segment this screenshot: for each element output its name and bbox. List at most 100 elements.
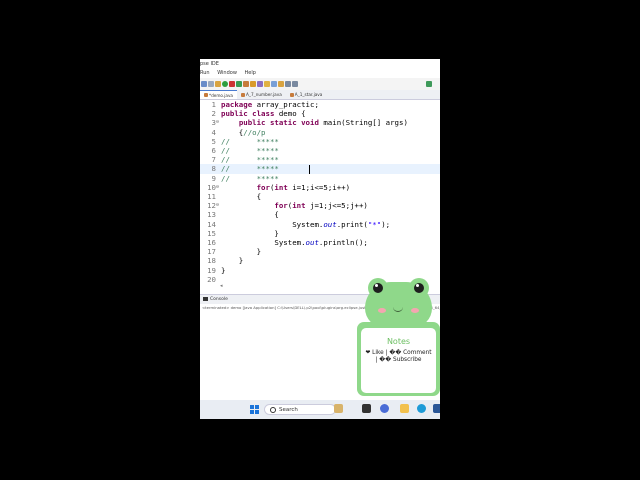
back-icon[interactable] — [285, 81, 291, 87]
frog-right-eye — [409, 278, 429, 298]
code-line[interactable]: 2 public class demo { — [200, 109, 440, 118]
notes-text: ❤ Like | �� Comment | �� Subscribe — [365, 350, 432, 364]
fold-toggle-icon[interactable]: ⊖ — [216, 201, 220, 210]
taskbar-search[interactable]: Search — [264, 404, 336, 415]
line-number: 15 — [207, 228, 216, 238]
java-file-icon — [204, 93, 208, 97]
line-number: 7 — [211, 155, 216, 165]
code-text: { — [221, 210, 279, 220]
widget-icon[interactable] — [334, 404, 343, 413]
line-number: 2 — [211, 109, 216, 119]
line-number: 6 — [211, 146, 216, 155]
notes-card: Notes ❤ Like | �� Comment | �� Subscribe — [357, 322, 440, 396]
code-editor[interactable]: 1 package array_practic; 2 public class dem… — [200, 100, 440, 292]
code-text: // ***** — [221, 146, 279, 155]
code-text: package array_practic; — [221, 100, 319, 109]
edge-icon[interactable] — [417, 404, 426, 413]
menu-run[interactable]: Run — [200, 70, 210, 76]
eclipse-app-icon[interactable] — [433, 404, 440, 413]
code-line[interactable]: 10 ⊖ for(int i=1;i<=5;i++) — [200, 183, 440, 192]
code-text: // ***** — [221, 164, 279, 174]
code-text: } — [221, 228, 279, 238]
code-line[interactable]: 8 // ***** — [200, 164, 440, 174]
code-text: {//o/p — [221, 127, 266, 137]
code-text: } — [221, 256, 244, 266]
code-text: for(int j=1;j<=5;j++) — [274, 201, 368, 211]
next-annotation-icon[interactable] — [271, 81, 277, 87]
code-line[interactable]: 13 { — [200, 210, 440, 219]
code-line[interactable]: 11 { — [200, 192, 440, 201]
notes-title: Notes — [386, 337, 411, 346]
code-text: // ***** — [221, 136, 279, 146]
code-line[interactable]: 19} — [200, 266, 440, 275]
line-number: 14 — [207, 219, 216, 229]
frog-mouth — [393, 306, 403, 312]
line-number: 20 — [207, 274, 216, 284]
code-line[interactable]: 7 // ***** — [200, 155, 440, 164]
menu-bar: Run Window Help — [200, 69, 440, 78]
line-number: 17 — [207, 247, 216, 257]
code-line[interactable]: 16 System.out.println(); — [200, 238, 440, 247]
search-icon — [270, 407, 276, 413]
line-number: 19 — [207, 265, 216, 275]
code-text: // ***** — [221, 155, 279, 165]
frog-cheek — [411, 308, 419, 313]
line-number: 8 — [211, 164, 216, 174]
title-bar: pse IDE — [200, 59, 440, 69]
windows-taskbar: Search — [200, 400, 440, 419]
new-package-icon[interactable] — [243, 81, 249, 87]
toolbar — [200, 78, 440, 90]
line-number: 9 — [211, 173, 216, 183]
code-line[interactable]: 4 {//o/p — [200, 128, 440, 137]
forward-icon[interactable] — [292, 81, 298, 87]
run-icon[interactable] — [222, 81, 228, 87]
code-line[interactable]: 1 package array_practic; — [200, 100, 440, 109]
line-number: 16 — [207, 238, 216, 247]
line-number: 10 — [207, 182, 216, 192]
code-text: } — [221, 247, 262, 257]
code-text: System.out.print("*"); — [221, 219, 391, 229]
menu-window[interactable]: Window — [217, 70, 237, 76]
annotation-icon[interactable] — [264, 81, 270, 87]
open-type-icon[interactable] — [250, 81, 256, 87]
print-icon[interactable] — [208, 81, 214, 87]
file-explorer-icon[interactable] — [400, 404, 409, 413]
line-number: 11 — [207, 192, 216, 201]
code-line[interactable]: 18 } — [200, 256, 440, 265]
line-number: 13 — [207, 210, 216, 220]
windows-start-icon[interactable] — [250, 405, 259, 414]
code-text: public class demo { — [221, 109, 306, 119]
code-line[interactable]: 14 System.out.print("*"); — [200, 220, 440, 229]
tab-console[interactable]: Console — [210, 297, 228, 302]
last-edit-icon[interactable] — [278, 81, 284, 87]
tab-a1-star-java[interactable]: A_1_star.java — [286, 90, 327, 99]
code-line[interactable]: 9 // ***** — [200, 174, 440, 183]
task-view-icon[interactable] — [362, 404, 371, 413]
code-line[interactable]: 15 } — [200, 229, 440, 238]
frog-cheek — [378, 308, 386, 313]
code-line[interactable]: 6 // ***** — [200, 146, 440, 155]
code-text: // ***** — [221, 173, 279, 183]
copilot-icon[interactable] — [380, 404, 389, 413]
tab-demo-java[interactable]: *demo.java — [200, 90, 238, 99]
menu-help[interactable]: Help — [245, 70, 256, 76]
debug-icon[interactable] — [215, 81, 221, 87]
code-line[interactable]: 17 } — [200, 247, 440, 256]
code-text: public static void main(String[] args) — [238, 118, 408, 128]
code-line[interactable]: 12 ⊖ for(int j=1;j<=5;j++) — [200, 201, 440, 210]
code-line[interactable]: 5 // ***** — [200, 137, 440, 146]
fold-toggle-icon[interactable]: ⊖ — [216, 183, 220, 192]
new-class-icon[interactable] — [236, 81, 242, 87]
tab-a7-number-java[interactable]: A_7_number.java — [237, 90, 286, 99]
save-icon[interactable] — [201, 81, 207, 87]
code-line[interactable]: 3 ⊖ public static void main(String[] args… — [200, 118, 440, 127]
code-text: System.out.println(); — [221, 238, 368, 247]
coverage-icon[interactable] — [229, 81, 235, 87]
line-number: 5 — [211, 136, 216, 146]
code-text: for(int i=1;i<=5;i++) — [256, 182, 351, 192]
code-text: } — [221, 265, 226, 275]
search-icon[interactable] — [257, 81, 263, 87]
perspective-icon[interactable] — [426, 81, 432, 87]
fold-toggle-icon[interactable]: ⊖ — [216, 118, 220, 127]
frog-left-eye — [368, 278, 388, 298]
